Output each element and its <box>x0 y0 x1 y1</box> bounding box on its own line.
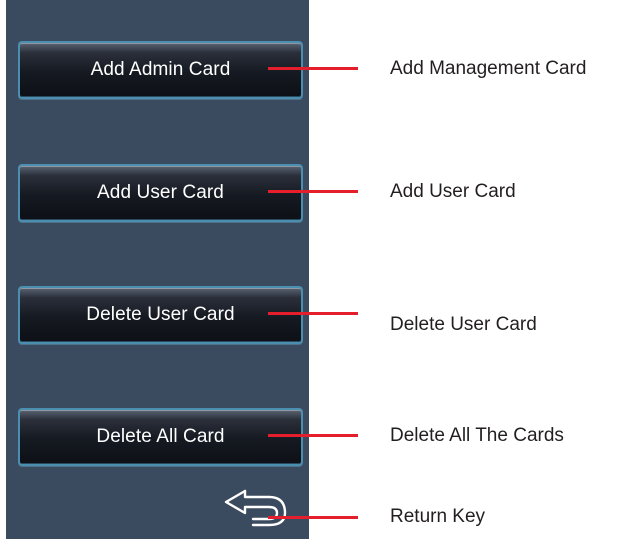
delete-all-card-button[interactable]: Delete All Card <box>18 408 303 466</box>
delete-all-card-label: Delete All Card <box>96 426 225 447</box>
leader-line-delete-all <box>268 434 358 437</box>
add-admin-card-button[interactable]: Add Admin Card <box>18 41 303 99</box>
callout-add-user-card: Add User Card <box>390 181 516 202</box>
leader-line-delete-user <box>268 312 358 315</box>
delete-user-card-button[interactable]: Delete User Card <box>18 286 303 344</box>
leader-line-add-admin <box>268 67 358 70</box>
add-user-card-button[interactable]: Add User Card <box>18 164 303 222</box>
return-arrow-icon[interactable] <box>223 487 287 527</box>
delete-user-card-label: Delete User Card <box>86 304 235 325</box>
leader-line-add-user <box>268 190 358 193</box>
card-management-panel: Add Admin Card Add User Card Delete User… <box>6 0 309 539</box>
callout-add-management-card: Add Management Card <box>390 58 587 79</box>
add-admin-card-label: Add Admin Card <box>90 59 231 80</box>
add-user-card-label: Add User Card <box>97 182 224 203</box>
callout-delete-all-cards: Delete All The Cards <box>390 425 564 446</box>
leader-line-return <box>268 516 358 519</box>
callout-return-key: Return Key <box>390 506 486 527</box>
callout-delete-user-card: Delete User Card <box>390 314 537 335</box>
